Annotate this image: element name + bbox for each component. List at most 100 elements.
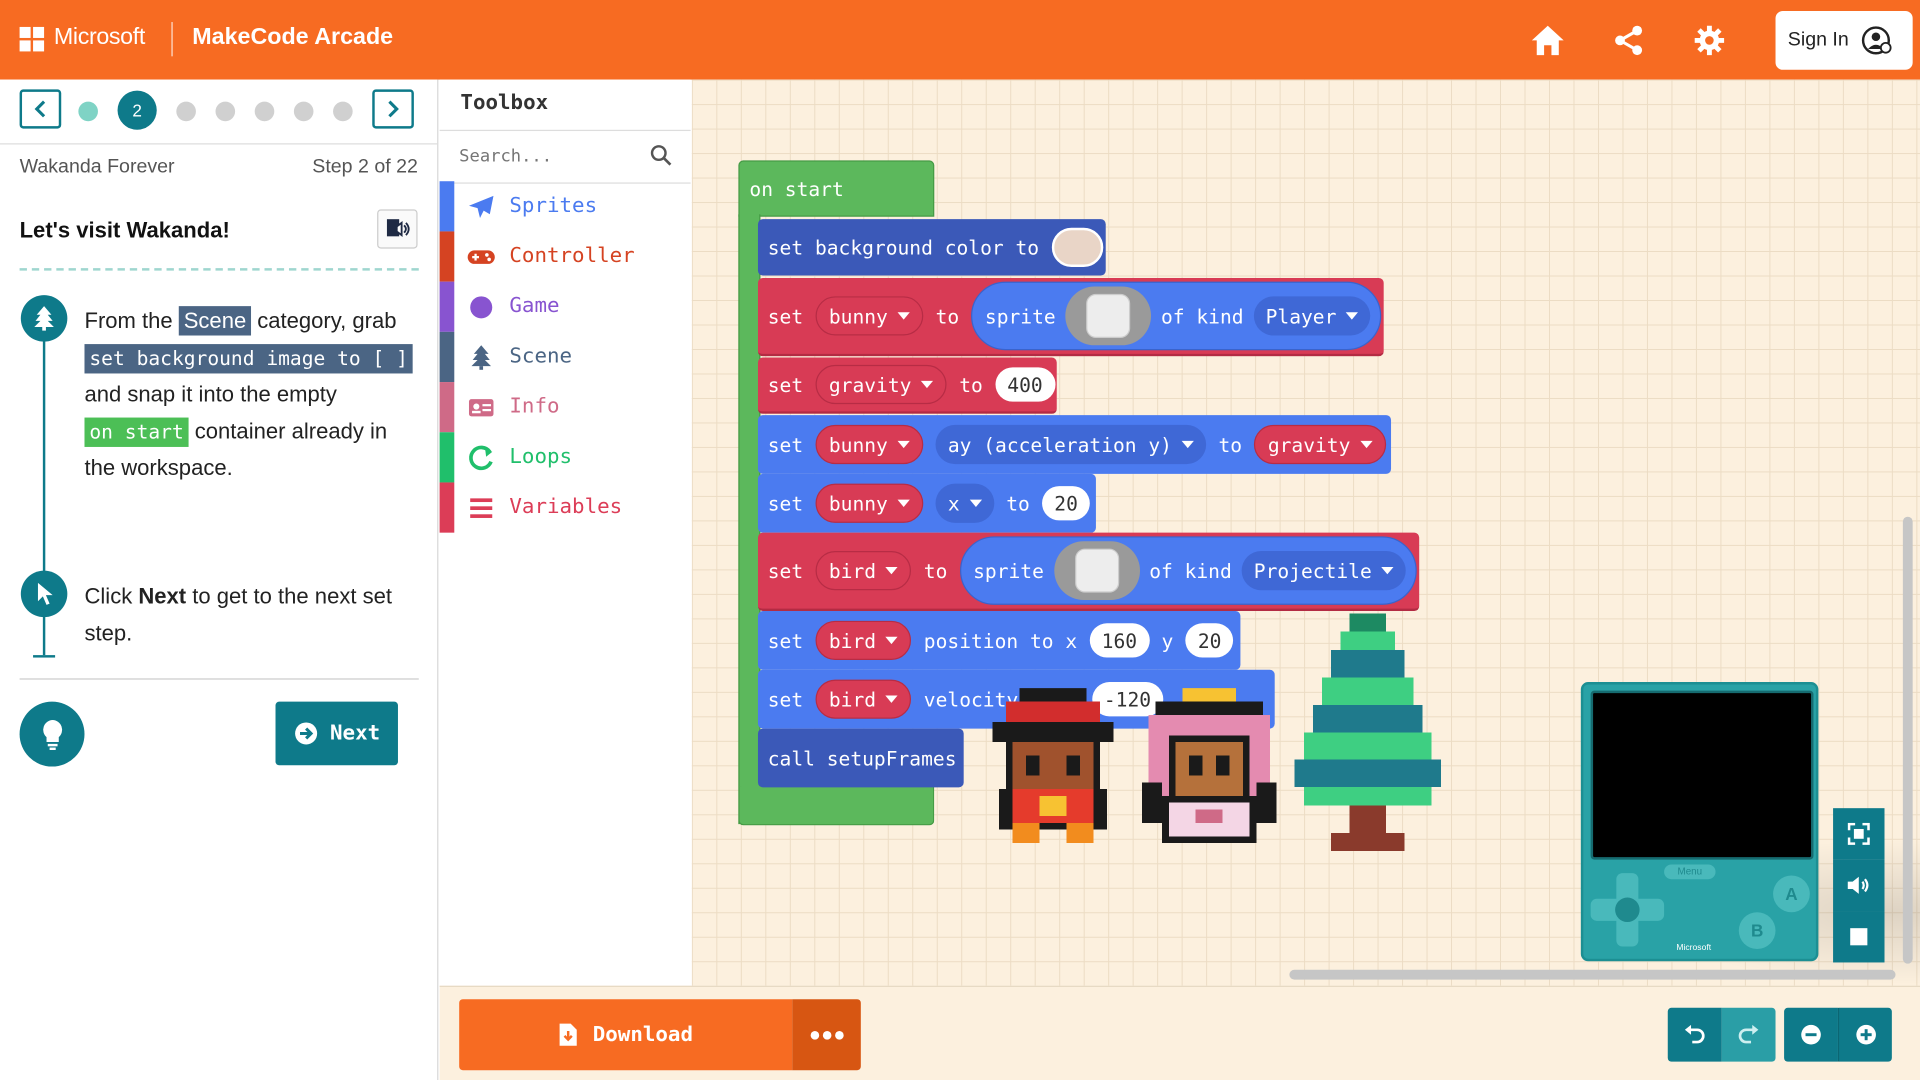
read-aloud-button[interactable] [377, 209, 418, 249]
set-bird-sprite-block[interactable]: set bird to sprite of kind Projectile [757, 532, 1420, 612]
category-label: Loops [509, 444, 573, 469]
color-picker[interactable] [1051, 227, 1103, 267]
boy-character-sprite[interactable] [986, 688, 1121, 850]
menu-button[interactable]: Menu [1664, 864, 1716, 880]
category-scene[interactable]: Scene [439, 331, 691, 383]
variable-dropdown[interactable]: bunny [815, 483, 924, 523]
girl-character-sprite[interactable] [1133, 688, 1286, 850]
to-label: to [959, 372, 983, 397]
settings-button[interactable] [1690, 21, 1729, 60]
microsoft-brand: Microsoft [53, 24, 145, 51]
category-game[interactable]: Game [439, 281, 691, 332]
category-info[interactable]: Info [439, 382, 691, 433]
step-dot[interactable] [78, 101, 98, 122]
app-title[interactable]: MakeCode Arcade [192, 24, 393, 51]
set-bunny-ay-block[interactable]: set bunny ay (acceleration y) to gravity [757, 415, 1392, 474]
step-dot[interactable] [176, 101, 196, 122]
image-editor-slot[interactable] [1053, 541, 1140, 601]
variable-dropdown[interactable]: bird [815, 679, 912, 719]
step-dot[interactable] [333, 101, 353, 122]
download-more-button[interactable] [792, 999, 861, 1071]
set-background-color-block[interactable]: set background color to [757, 219, 1106, 276]
step-dot-current[interactable]: 2 [117, 90, 157, 130]
hint-button[interactable] [19, 701, 85, 767]
sprite-create-block[interactable]: sprite of kind Projectile [959, 536, 1418, 605]
variable-dropdown[interactable]: gravity [815, 364, 947, 405]
download-button[interactable]: Download [459, 999, 793, 1071]
search-icon[interactable] [650, 144, 672, 172]
set-bunny-x-block[interactable]: set bunny x to 20 [757, 473, 1096, 533]
zoom-in-button[interactable] [1837, 1007, 1892, 1062]
set-bird-position-block[interactable]: set bird position to x 160 y 20 [757, 611, 1241, 670]
pointer-step-icon [20, 570, 68, 618]
property-dropdown[interactable]: ay (acceleration y) [935, 424, 1207, 465]
instruction-1: From the Scene category, grab set backgr… [84, 302, 421, 486]
set-label: set [767, 491, 804, 515]
to-label: to [1006, 491, 1030, 515]
category-controller[interactable]: Controller [439, 231, 691, 282]
game-simulator[interactable]: Menu A B Microsoft [1580, 682, 1819, 962]
property-dropdown[interactable]: x [935, 483, 994, 523]
lightbulb-icon [42, 719, 62, 750]
category-variables[interactable]: Variables [439, 482, 691, 533]
vertical-scrollbar[interactable] [1902, 516, 1913, 964]
chevron-down-icon [885, 695, 899, 703]
sign-in-button[interactable]: Sign In [1775, 11, 1913, 70]
kind-dropdown[interactable]: Projectile [1241, 551, 1407, 591]
variable-name: bunny [828, 432, 888, 457]
number-input[interactable]: 160 [1089, 623, 1150, 658]
call-setup-frames-block[interactable]: call setupFrames [757, 728, 964, 788]
next-button[interactable]: Next [275, 701, 398, 766]
horizontal-scrollbar[interactable] [1289, 969, 1896, 980]
search-input[interactable] [459, 142, 643, 172]
undo-button[interactable] [1667, 1007, 1722, 1062]
sprite-create-block[interactable]: sprite of kind Player [971, 281, 1382, 351]
mute-button[interactable] [1833, 859, 1885, 912]
number-input[interactable]: 20 [1185, 623, 1234, 658]
set-label: set [767, 304, 804, 328]
redo-button[interactable] [1721, 1007, 1776, 1062]
toolbox-title: Toolbox [460, 90, 549, 116]
b-button[interactable]: B [1738, 912, 1776, 949]
toolbox: Toolbox Sprites Controller Game Scene In… [439, 79, 691, 986]
number-input[interactable]: 20 [1042, 486, 1091, 521]
home-button[interactable] [1528, 21, 1567, 60]
on-start-block-chip: on start [84, 417, 189, 447]
pine-tree-sprite[interactable] [1293, 613, 1442, 852]
kind-dropdown[interactable]: Player [1253, 296, 1371, 336]
divider [19, 678, 419, 680]
download-file-icon [559, 1023, 577, 1046]
stop-button[interactable] [1833, 911, 1885, 963]
gamepad-icon [467, 242, 496, 271]
image-editor-slot[interactable] [1065, 286, 1152, 346]
to-label: to [1218, 432, 1243, 457]
variable-dropdown[interactable]: bunny [815, 424, 924, 465]
category-label: Scene [509, 344, 573, 369]
category-sprites[interactable]: Sprites [439, 181, 691, 232]
number-input[interactable]: 400 [995, 367, 1055, 402]
fullscreen-button[interactable] [1833, 808, 1885, 860]
category-color-bar [439, 231, 455, 282]
call-label: call setupFrames [767, 746, 957, 770]
set-gravity-block[interactable]: set gravity to 400 [757, 357, 1057, 414]
a-button[interactable]: A [1773, 875, 1810, 913]
step-dot[interactable] [254, 101, 275, 122]
variable-reporter[interactable]: gravity [1254, 424, 1386, 465]
chevron-down-icon [1346, 312, 1359, 320]
set-bunny-sprite-block[interactable]: set bunny to sprite of kind Player [757, 277, 1384, 357]
next-step-arrow-button[interactable] [372, 89, 414, 129]
variable-dropdown[interactable]: bird [815, 620, 912, 661]
category-loops[interactable]: Loops [439, 432, 691, 483]
on-start-block[interactable]: on start [738, 160, 935, 217]
share-button[interactable] [1609, 21, 1648, 60]
step-dot[interactable] [215, 101, 236, 122]
zoom-in-icon [1855, 1024, 1876, 1045]
blocks-workspace[interactable]: on start set background color to set bun… [691, 79, 1920, 986]
download-label: Download [592, 1022, 693, 1047]
variable-dropdown[interactable]: bunny [815, 296, 924, 336]
step-dot[interactable] [293, 101, 314, 122]
simulator-screen[interactable] [1590, 690, 1814, 860]
previous-step-button[interactable] [19, 89, 62, 129]
variable-dropdown[interactable]: bird [815, 551, 912, 591]
zoom-out-button[interactable] [1784, 1007, 1838, 1062]
